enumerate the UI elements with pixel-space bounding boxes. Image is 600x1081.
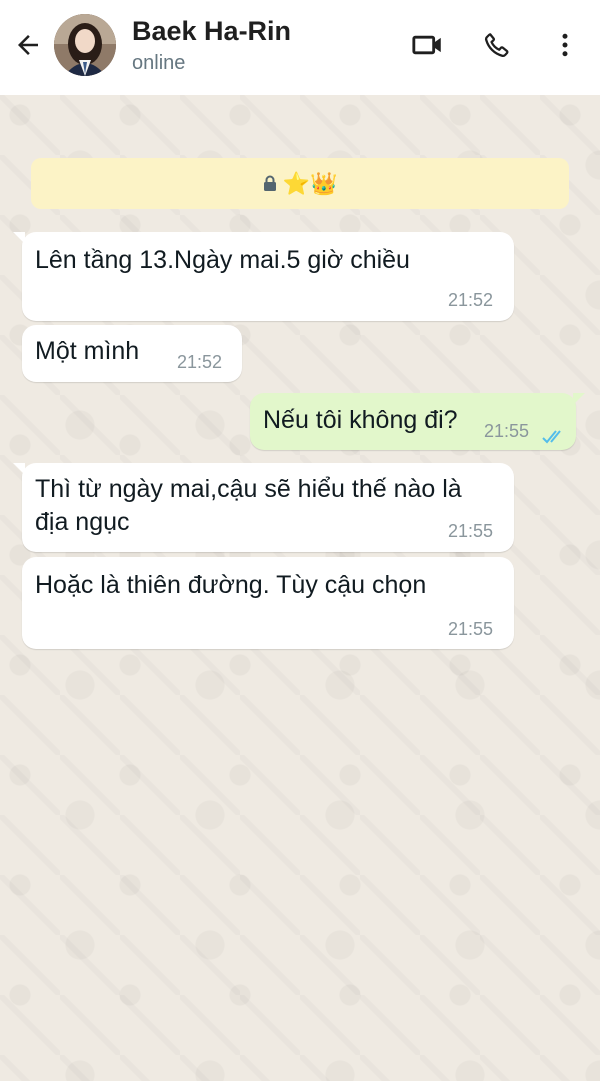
message-bubble-incoming[interactable]: Hoặc là thiên đường. Tùy cậu chọn 21:55 <box>22 557 514 649</box>
pinned-banner[interactable]: ⭐👑 <box>31 158 569 209</box>
message-bubble-incoming[interactable]: Lên tầng 13.Ngày mai.5 giờ chiều 21:52 <box>13 232 514 321</box>
message-bubble-incoming[interactable]: Thì từ ngày mai,cậu sẽ hiểu thế nào là đ… <box>13 463 514 552</box>
bubble-tail <box>13 463 25 475</box>
message-bubble-incoming[interactable]: Một mình 21:52 <box>22 325 242 382</box>
avatar[interactable] <box>54 14 116 76</box>
lock-icon <box>263 171 277 197</box>
message-text: Lên tầng 13.Ngày mai.5 giờ chiều <box>35 246 410 274</box>
video-call-icon[interactable] <box>408 25 448 65</box>
message-time: 21:55 <box>484 421 530 441</box>
phone-icon[interactable] <box>477 25 517 65</box>
message-time: 21:52 <box>448 290 494 310</box>
message-time: 21:55 <box>448 619 494 639</box>
chat-header: Baek Ha-Rin online <box>0 0 600 95</box>
contact-status: online <box>132 52 186 74</box>
more-vertical-icon[interactable] <box>545 25 585 65</box>
banner-emoji: ⭐👑 <box>282 170 338 196</box>
double-check-read-icon <box>541 422 567 455</box>
message-text: Một mình <box>35 337 140 365</box>
message-text: Thì từ ngày mai,cậu sẽ hiểu thế nào là đ… <box>35 475 462 536</box>
message-text: Hoặc là thiên đường. Tùy cậu chọn <box>35 571 427 599</box>
message-time: 21:52 <box>177 352 223 372</box>
arrow-left-icon[interactable] <box>8 25 48 65</box>
bubble-tail <box>573 393 585 405</box>
contact-name[interactable]: Baek Ha-Rin <box>132 16 291 47</box>
bubble-tail <box>13 232 25 244</box>
message-text: Nếu tôi không đi? <box>263 406 458 434</box>
message-bubble-outgoing[interactable]: Nếu tôi không đi? 21:55 <box>250 393 585 450</box>
message-time: 21:55 <box>448 521 494 541</box>
